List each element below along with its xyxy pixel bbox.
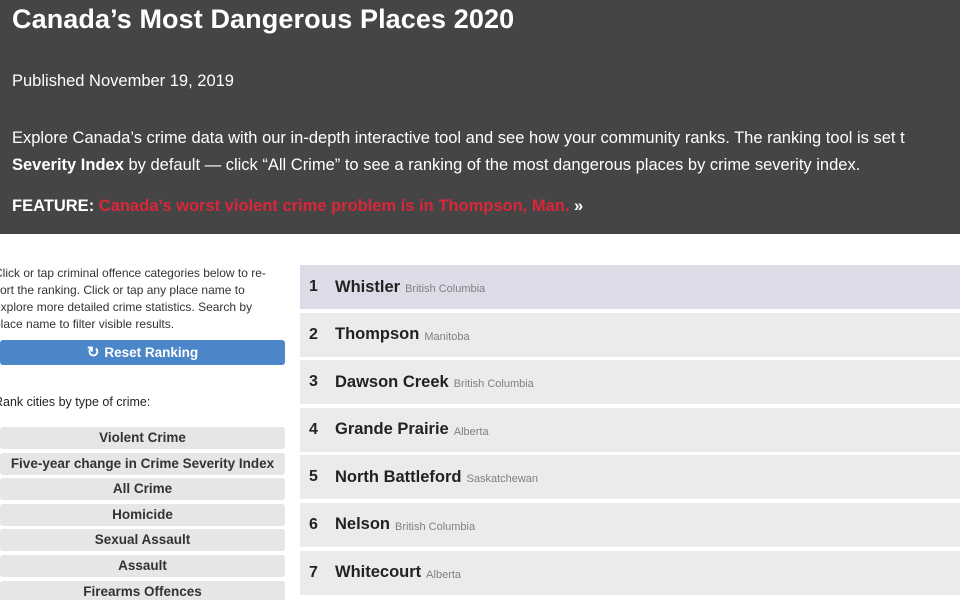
crime-type-five-year-change[interactable]: Five-year change in Crime Severity Index: [0, 452, 285, 475]
rank-number: 2: [309, 325, 318, 343]
province-name: Alberta: [453, 425, 489, 438]
crime-type-assault[interactable]: Assault: [0, 554, 285, 577]
city-name[interactable]: Dawson Creek: [335, 373, 449, 392]
rank-number: 1: [309, 278, 318, 295]
rank-number: 3: [309, 373, 318, 391]
crime-type-list: Violent Crime Five-year change in Crime …: [0, 427, 285, 600]
ranking-row[interactable]: 1 Whistler British Columbia: [300, 265, 960, 309]
city-name[interactable]: Grande Prairie: [335, 420, 449, 439]
rank-number: 7: [309, 563, 318, 581]
rank-number: 6: [309, 515, 318, 533]
crime-type-sexual-assault[interactable]: Sexual Assault: [0, 529, 285, 552]
ranking-row[interactable]: 6 Nelson British Columbia: [300, 502, 960, 547]
province-name: British Columbia: [405, 283, 486, 295]
crime-type-violent-crime[interactable]: Violent Crime: [0, 427, 285, 449]
city-name[interactable]: Whistler: [335, 278, 400, 297]
rank-number: 5: [309, 468, 318, 486]
province-name: Alberta: [426, 568, 462, 581]
ranking-row[interactable]: 7 Whitecourt Alberta: [300, 550, 960, 595]
city-name[interactable]: Whitecourt: [335, 563, 421, 582]
city-name[interactable]: Nelson: [335, 515, 390, 534]
city-ranking-list: 1 Whistler British Columbia 2 Thompson M…: [300, 265, 960, 598]
crime-type-all-crime[interactable]: All Crime: [0, 478, 285, 501]
rank-number: 4: [309, 420, 318, 438]
help-text: Click or tap criminal offence categories…: [0, 265, 285, 333]
rank-by-label: Rank cities by type of crime:: [0, 395, 151, 409]
city-name[interactable]: Thompson: [335, 325, 419, 344]
ranking-sidebar: Click or tap criminal offence categories…: [0, 0, 290, 600]
province-name: Saskatchewan: [466, 473, 539, 486]
feature-arrow: »: [574, 197, 584, 215]
ranking-row[interactable]: 3 Dawson Creek British Columbia: [300, 360, 960, 405]
crime-type-firearms-offences[interactable]: Firearms Offences: [0, 580, 285, 600]
city-name[interactable]: North Battleford: [335, 468, 462, 487]
province-name: Manitoba: [424, 330, 470, 343]
help-line: Click or tap criminal offence categories…: [0, 266, 266, 280]
help-line: sort the ranking. Click or tap any place…: [0, 283, 245, 297]
province-name: British Columbia: [395, 520, 476, 533]
province-name: British Columbia: [453, 378, 534, 391]
reset-ranking-button[interactable]: ↻ Reset Ranking: [0, 340, 285, 365]
reset-ranking-label: Reset Ranking: [104, 345, 199, 360]
refresh-icon: ↻: [86, 344, 100, 361]
ranking-row[interactable]: 4 Grande Prairie Alberta: [300, 407, 960, 452]
ranking-row[interactable]: 5 North Battleford Saskatchewan: [300, 455, 960, 500]
help-line: explore more detailed crime statistics. …: [0, 300, 253, 314]
ranking-row[interactable]: 2 Thompson Manitoba: [300, 312, 960, 357]
crime-type-homicide[interactable]: Homicide: [0, 503, 285, 526]
help-line: place name to filter visible results.: [0, 317, 175, 331]
